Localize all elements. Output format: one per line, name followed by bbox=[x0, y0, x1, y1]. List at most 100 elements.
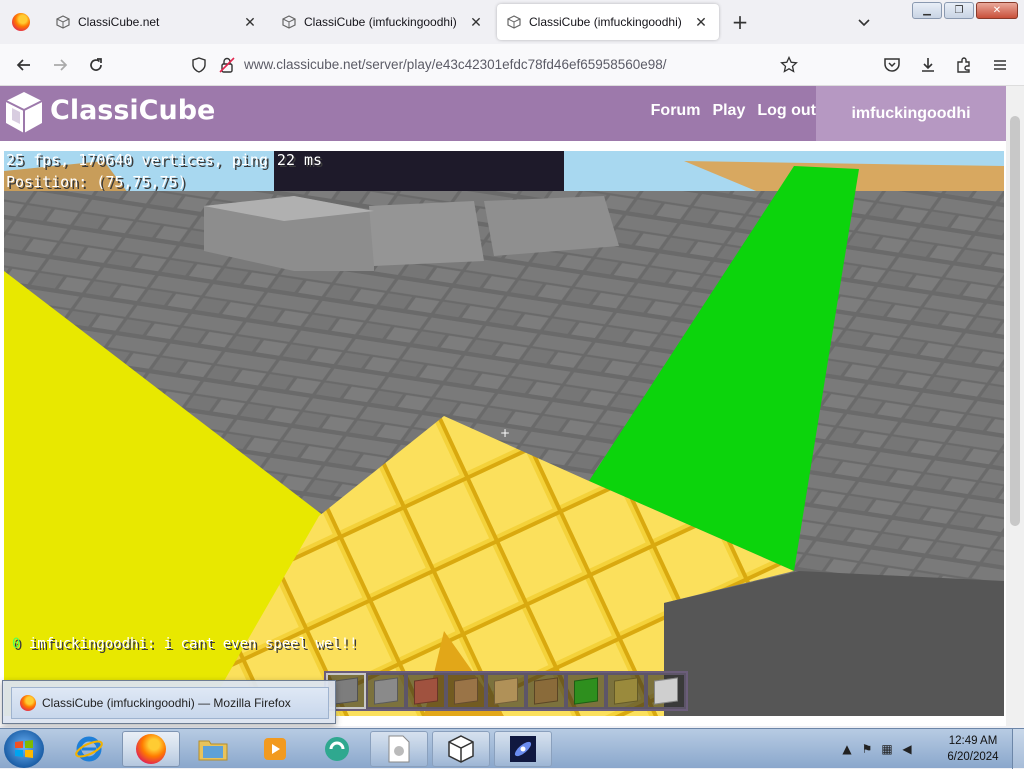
slab-block-icon bbox=[654, 677, 678, 705]
user-account-link[interactable]: imfuckingoodhi bbox=[816, 86, 1006, 141]
bookshelf-block-icon bbox=[534, 677, 558, 705]
hotbar-slot-brick[interactable] bbox=[406, 673, 446, 709]
nav-play-link[interactable]: Play bbox=[712, 102, 745, 120]
tab-classicube-net[interactable]: ClassiCube.net ✕ bbox=[46, 4, 268, 40]
taskbar-app-galaxy[interactable] bbox=[494, 731, 552, 767]
extensions-button[interactable] bbox=[952, 53, 976, 77]
hotbar-slot-leaves[interactable] bbox=[566, 673, 606, 709]
log-block-icon bbox=[494, 677, 518, 705]
player-position: Position: (75,75,75) bbox=[6, 173, 187, 191]
action-center-flag-icon[interactable]: ⚑ bbox=[860, 742, 874, 756]
site-logo-text[interactable]: ClassiCube bbox=[50, 95, 215, 126]
system-tray: ▲ ⚑ ▦ ◀ bbox=[840, 729, 914, 769]
cube-icon bbox=[56, 15, 70, 29]
close-tab-icon[interactable]: ✕ bbox=[693, 14, 709, 31]
tab-classicube-game-1[interactable]: ClassiCube (imfuckingoodhi) ✕ bbox=[272, 4, 494, 40]
hotbar[interactable] bbox=[324, 671, 688, 711]
firefox-icon bbox=[136, 734, 166, 764]
new-tab-button[interactable]: + bbox=[728, 8, 752, 36]
cube-icon bbox=[507, 15, 521, 29]
arrow-right-icon bbox=[54, 59, 68, 71]
back-button[interactable] bbox=[12, 53, 36, 77]
hotbar-slot-cobblestone[interactable] bbox=[366, 673, 406, 709]
tab-label: ClassiCube (imfuckingoodhi) bbox=[304, 15, 457, 29]
nav-forum-link[interactable]: Forum bbox=[651, 102, 701, 120]
tab-label: ClassiCube (imfuckingoodhi) bbox=[529, 15, 682, 29]
page-scrollbar[interactable] bbox=[1006, 86, 1024, 726]
taskbar-media-player[interactable] bbox=[246, 731, 304, 767]
restore-button[interactable]: ❐ bbox=[944, 2, 974, 19]
hotbar-slot-wood-planks[interactable] bbox=[446, 673, 486, 709]
menu-button[interactable] bbox=[988, 53, 1012, 77]
game-canvas[interactable]: 25 fps, 170640 vertices, ping 22 ms Posi… bbox=[4, 151, 1004, 716]
hotbar-slot-log[interactable] bbox=[486, 673, 526, 709]
hamburger-menu-icon bbox=[994, 60, 1006, 70]
system-clock[interactable]: 12:49 AM 6/20/2024 bbox=[938, 733, 1008, 765]
leaves-block-icon bbox=[574, 677, 598, 705]
show-hidden-icons-icon[interactable]: ▲ bbox=[840, 742, 854, 756]
volume-muted-icon[interactable]: ◀ bbox=[900, 742, 914, 756]
taskbar: ▲ ⚑ ▦ ◀ 12:49 AM 6/20/2024 bbox=[0, 728, 1024, 769]
taskbar-internet-explorer[interactable] bbox=[60, 731, 118, 767]
hotbar-slot-bookshelf[interactable] bbox=[526, 673, 566, 709]
chat-message: imfuckingoodhi: i cant even speel wel!! bbox=[28, 636, 358, 652]
crosshair: + bbox=[500, 426, 511, 440]
forward-button[interactable] bbox=[48, 53, 72, 77]
stone-block-icon bbox=[334, 677, 358, 705]
taskbar-app-teal[interactable] bbox=[308, 731, 366, 767]
close-tab-icon[interactable]: ✕ bbox=[468, 14, 484, 31]
taskbar-app-document[interactable] bbox=[370, 731, 428, 767]
address-bar[interactable]: www.classicube.net/server/play/e43c42301… bbox=[184, 50, 808, 80]
window-preview-title[interactable]: ClassiCube (imfuckingoodhi) — Mozilla Fi… bbox=[42, 696, 291, 710]
tab-classicube-game-2[interactable]: ClassiCube (imfuckingoodhi) ✕ bbox=[497, 4, 719, 40]
taskbar-file-explorer[interactable] bbox=[184, 731, 242, 767]
reload-button[interactable] bbox=[84, 53, 108, 77]
firefox-icon bbox=[20, 695, 36, 711]
close-tab-icon[interactable]: ✕ bbox=[242, 14, 258, 31]
download-icon bbox=[922, 58, 934, 72]
cube-icon bbox=[448, 735, 474, 763]
tracking-protection-shield-icon[interactable] bbox=[190, 56, 208, 78]
downloads-button[interactable] bbox=[916, 53, 940, 77]
chat-count: 0 bbox=[12, 636, 21, 652]
firefox-view-button[interactable] bbox=[0, 0, 42, 44]
nav-logout-link[interactable]: Log out bbox=[757, 102, 816, 120]
reload-icon bbox=[90, 58, 102, 71]
puzzle-icon bbox=[957, 57, 970, 73]
hotbar-slot-wood-crate[interactable] bbox=[606, 673, 646, 709]
network-icon[interactable]: ▦ bbox=[880, 742, 894, 756]
galaxy-icon bbox=[510, 736, 536, 762]
brick-block-icon bbox=[414, 677, 438, 705]
scrollbar-thumb[interactable] bbox=[1010, 116, 1020, 526]
hotbar-slot-slab[interactable] bbox=[646, 673, 686, 709]
folder-icon bbox=[198, 740, 228, 761]
start-button[interactable] bbox=[4, 730, 44, 768]
debug-stats: 25 fps, 170640 vertices, ping 22 ms bbox=[6, 151, 323, 169]
site-nav: Forum Play Log out bbox=[651, 102, 816, 120]
taskbar-window-preview[interactable]: ClassiCube (imfuckingoodhi) — Mozilla Fi… bbox=[2, 680, 336, 724]
pocket-button[interactable] bbox=[880, 53, 904, 77]
show-desktop-button[interactable] bbox=[1012, 729, 1024, 769]
classicube-logo-icon[interactable] bbox=[4, 90, 44, 135]
page-content: ClassiCube Forum Play Log out imfuckingo… bbox=[0, 86, 1006, 726]
window-controls: ▁ ❐ ✕ bbox=[912, 2, 1018, 19]
close-window-button[interactable]: ✕ bbox=[976, 2, 1018, 19]
bookmark-star-icon[interactable] bbox=[780, 55, 798, 78]
insecure-lock-icon[interactable] bbox=[218, 56, 236, 78]
minimize-button[interactable]: ▁ bbox=[912, 2, 942, 19]
pocket-icon bbox=[884, 58, 900, 72]
app-bubble-icon bbox=[325, 737, 349, 761]
site-header: ClassiCube Forum Play Log out imfuckingo… bbox=[0, 86, 1006, 141]
internet-explorer-icon bbox=[75, 736, 103, 762]
tab-label: ClassiCube.net bbox=[78, 15, 160, 29]
wood-planks-block-icon bbox=[454, 677, 478, 705]
chat-line: 0 imfuckingoodhi: i cant even speel wel!… bbox=[12, 636, 358, 652]
media-player-icon bbox=[264, 738, 286, 760]
taskbar-firefox[interactable] bbox=[122, 731, 180, 767]
taskbar-classicube[interactable] bbox=[432, 731, 490, 767]
arrow-left-icon bbox=[16, 59, 30, 71]
list-all-tabs-button[interactable] bbox=[852, 10, 876, 34]
clock-date: 6/20/2024 bbox=[947, 751, 999, 763]
firefox-icon bbox=[12, 13, 30, 31]
url-text[interactable]: www.classicube.net/server/play/e43c42301… bbox=[244, 50, 667, 80]
